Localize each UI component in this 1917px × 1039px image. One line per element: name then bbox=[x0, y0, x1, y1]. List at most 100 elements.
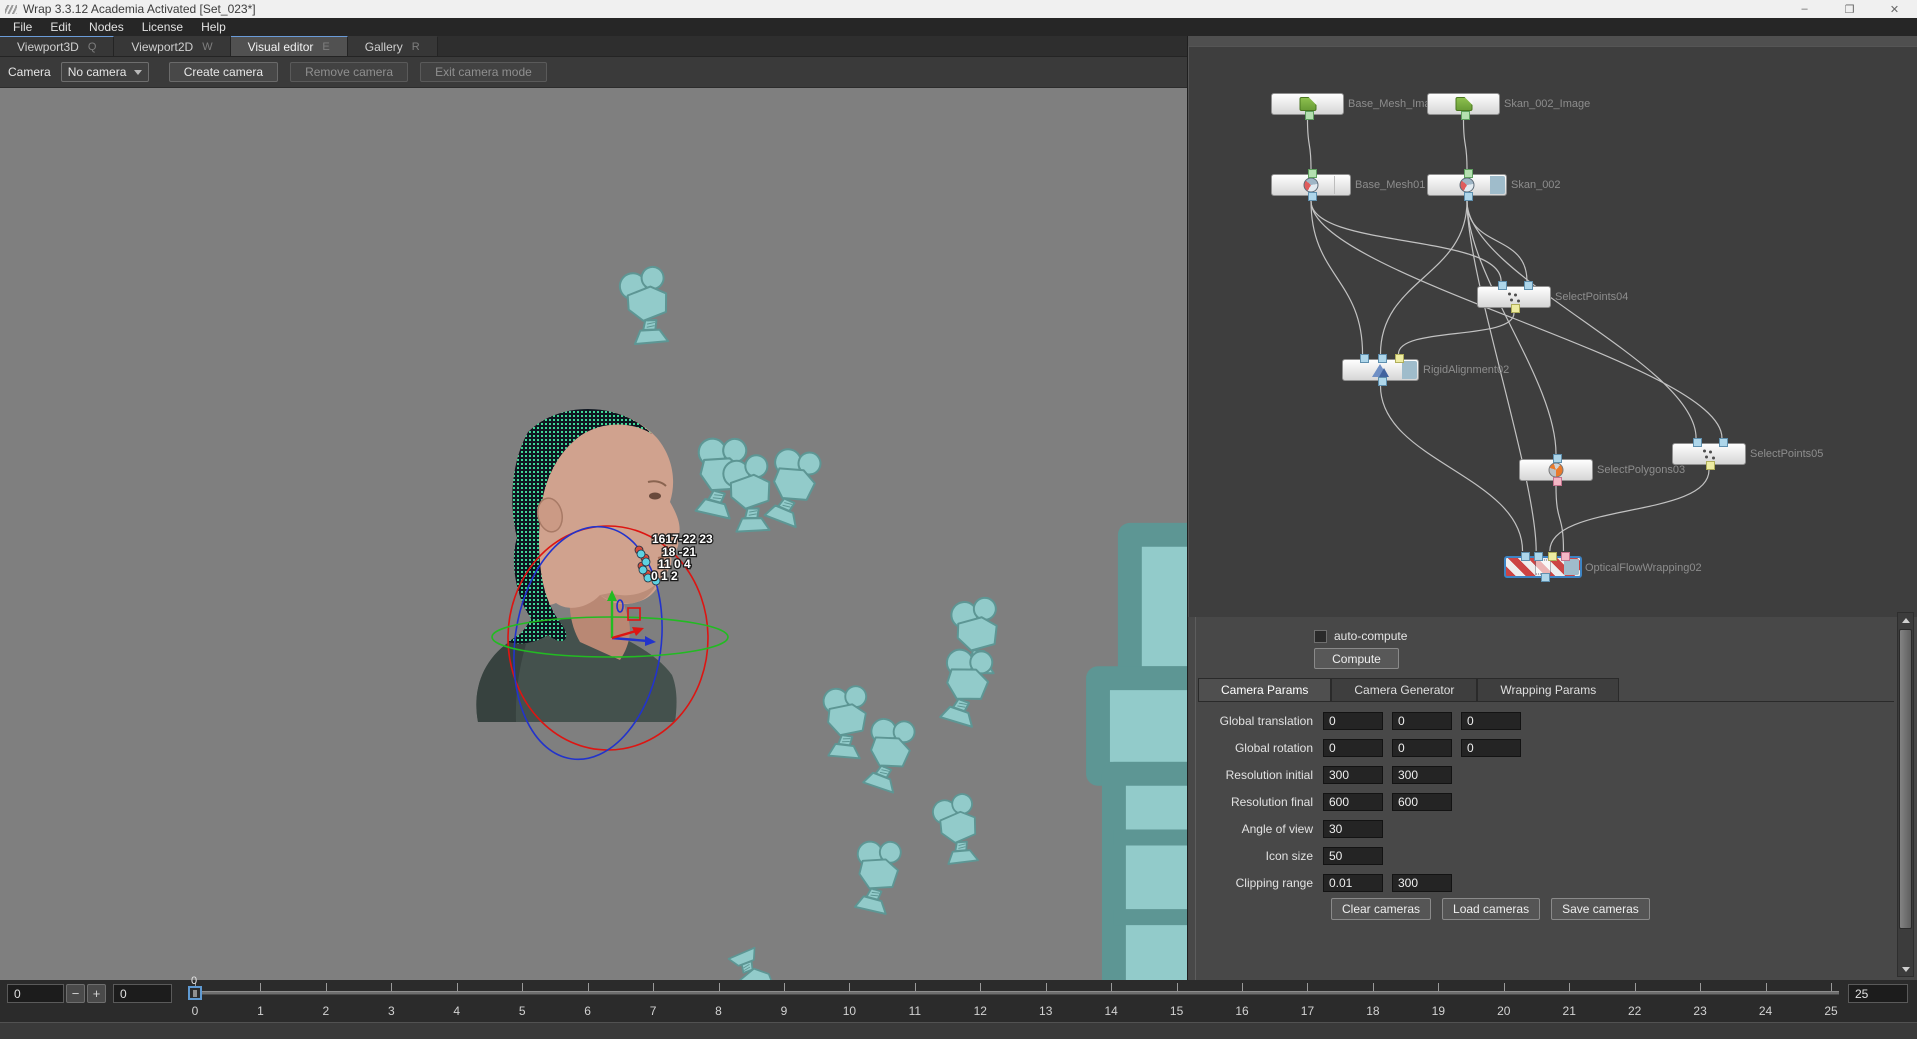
camera-gizmo[interactable] bbox=[823, 685, 869, 760]
camera-gizmo[interactable] bbox=[720, 453, 779, 537]
scroll-up-icon[interactable] bbox=[1898, 613, 1913, 627]
input-port-yellow[interactable] bbox=[1547, 552, 1557, 561]
output-port-yellow[interactable] bbox=[1511, 304, 1520, 313]
clipping-range-input[interactable] bbox=[1323, 874, 1383, 892]
node-editor[interactable]: Base_Mesh_Image Skan_002_Image Base_Mesh01… bbox=[1188, 46, 1917, 617]
output-port-blue[interactable] bbox=[1464, 192, 1473, 201]
output-port-pink[interactable] bbox=[1553, 477, 1562, 486]
screw-icons bbox=[1001, 534, 1187, 980]
global-translation-input[interactable] bbox=[1323, 712, 1383, 730]
global-rotation-input[interactable] bbox=[1323, 739, 1383, 757]
output-port-yellow[interactable] bbox=[1706, 461, 1715, 470]
remove-camera-button[interactable]: Remove camera bbox=[290, 62, 409, 82]
input-port-blue[interactable] bbox=[1498, 281, 1508, 290]
camera-selector[interactable]: No camera bbox=[60, 62, 149, 82]
range-end-input[interactable] bbox=[1848, 984, 1908, 1003]
frame-decrement-button[interactable]: − bbox=[66, 984, 85, 1003]
input-port-blue[interactable] bbox=[1520, 552, 1530, 561]
timeline-ruler[interactable]: 0 1 2 3 4 5 6 7 8 9 10 11 12 13 14 15 16 17 18 19 20 21 22 23 24… bbox=[188, 975, 1839, 1022]
menu-item-edit[interactable]: Edit bbox=[41, 20, 80, 34]
timeline-track[interactable] bbox=[191, 991, 1839, 995]
menu-item-file[interactable]: File bbox=[4, 20, 41, 34]
output-port-blue[interactable] bbox=[1308, 192, 1317, 201]
camera-gizmo[interactable] bbox=[851, 838, 902, 915]
exit-camera-mode-button[interactable]: Exit camera mode bbox=[420, 62, 547, 82]
auto-compute-checkbox[interactable] bbox=[1314, 630, 1327, 643]
input-port-yellow[interactable] bbox=[1395, 354, 1405, 363]
camera-gizmo[interactable] bbox=[930, 791, 986, 869]
node-base_mesh01[interactable]: Base_Mesh01 bbox=[1271, 169, 1425, 201]
node-selectpoints04[interactable]: SelectPoints04 bbox=[1477, 281, 1628, 313]
global-rotation-input[interactable] bbox=[1392, 739, 1452, 757]
params-tab-wrapping-params[interactable]: Wrapping Params bbox=[1477, 678, 1620, 701]
save-cameras-button[interactable]: Save cameras bbox=[1551, 898, 1650, 920]
node-selectpoints05[interactable]: SelectPoints05 bbox=[1672, 438, 1823, 470]
icon-size-input[interactable] bbox=[1323, 847, 1383, 865]
head-scan bbox=[476, 408, 729, 761]
input-port-green[interactable] bbox=[1308, 169, 1317, 178]
angle-of-view-input[interactable] bbox=[1323, 820, 1383, 838]
scroll-down-icon[interactable] bbox=[1898, 962, 1913, 976]
input-port-blue[interactable] bbox=[1523, 281, 1533, 290]
node-rigidalignment02[interactable]: RigidAlignment02 bbox=[1342, 354, 1509, 386]
frame-increment-button[interactable]: + bbox=[87, 984, 106, 1003]
camera-gizmo[interactable] bbox=[721, 943, 788, 980]
global-translation-input[interactable] bbox=[1461, 712, 1521, 730]
resolution-final-input[interactable] bbox=[1323, 793, 1383, 811]
timeline-cursor[interactable] bbox=[188, 986, 202, 1000]
vertical-scrollbar[interactable] bbox=[1897, 612, 1914, 977]
tab-gallery[interactable]: Gallery R bbox=[347, 36, 438, 56]
node-selectpolygons03[interactable]: SelectPolygons03 bbox=[1519, 454, 1685, 486]
restore-button[interactable]: ❐ bbox=[1827, 0, 1872, 18]
camera-gizmo[interactable] bbox=[936, 645, 995, 729]
range-start-input[interactable] bbox=[113, 984, 172, 1003]
clear-cameras-button[interactable]: Clear cameras bbox=[1331, 898, 1432, 920]
global-translation-input[interactable] bbox=[1392, 712, 1452, 730]
input-port-blue[interactable] bbox=[1377, 354, 1387, 363]
control-point[interactable] bbox=[638, 565, 648, 575]
node-skan_002_image[interactable]: Skan_002_Image bbox=[1427, 93, 1590, 120]
output-port-blue[interactable] bbox=[1377, 377, 1387, 386]
resolution-initial-input[interactable] bbox=[1323, 766, 1383, 784]
camera-gizmo[interactable] bbox=[617, 264, 677, 349]
tab-visual-editor[interactable]: Visual editor E bbox=[230, 36, 348, 56]
menu-item-nodes[interactable]: Nodes bbox=[80, 20, 133, 34]
control-point[interactable] bbox=[636, 549, 646, 559]
output-port-green[interactable] bbox=[1460, 111, 1470, 120]
scrollbar-thumb[interactable] bbox=[1899, 629, 1912, 929]
camera-toolbar-buttons: Create camera Remove camera Exit camera mo… bbox=[168, 62, 559, 82]
output-port-blue[interactable] bbox=[1541, 573, 1550, 582]
node-opticalflowwrapping02[interactable]: OpticalFlowWrapping02 bbox=[1504, 552, 1702, 582]
close-button[interactable]: ✕ bbox=[1872, 0, 1917, 18]
node-base_mesh_image[interactable]: Base_Mesh_Image bbox=[1271, 93, 1443, 120]
menu-item-help[interactable]: Help bbox=[192, 20, 235, 34]
node-skan_002[interactable]: Skan_002 bbox=[1427, 169, 1561, 201]
frame-input[interactable] bbox=[7, 984, 64, 1003]
resolution-initial-input[interactable] bbox=[1392, 766, 1452, 784]
compute-button[interactable]: Compute bbox=[1314, 648, 1399, 669]
global-rotation-input[interactable] bbox=[1461, 739, 1521, 757]
minimize-button[interactable]: – bbox=[1782, 0, 1827, 18]
input-port-blue[interactable] bbox=[1359, 354, 1369, 363]
resolution-final-input[interactable] bbox=[1392, 793, 1452, 811]
input-port-pink[interactable] bbox=[1561, 552, 1571, 561]
control-point[interactable] bbox=[641, 557, 651, 567]
camera-gizmo[interactable] bbox=[859, 714, 917, 795]
output-port-green[interactable] bbox=[1304, 111, 1314, 120]
input-port-green[interactable] bbox=[1464, 169, 1473, 178]
viewport-3d[interactable]: 1617-22 23 18 -21 11 0 40 1 2 bbox=[0, 88, 1187, 980]
load-cameras-button[interactable]: Load cameras bbox=[1442, 898, 1541, 920]
input-port-blue[interactable] bbox=[1534, 552, 1544, 561]
params-tab-camera-generator[interactable]: Camera Generator bbox=[1331, 678, 1478, 701]
tab-viewport2d[interactable]: Viewport2D W bbox=[114, 36, 231, 56]
input-port-blue[interactable] bbox=[1693, 438, 1703, 447]
menu-item-license[interactable]: License bbox=[133, 20, 192, 34]
create-camera-button[interactable]: Create camera bbox=[168, 62, 279, 82]
screw-gizmo[interactable] bbox=[1001, 534, 1187, 980]
input-port-blue[interactable] bbox=[1553, 454, 1562, 463]
input-port-blue[interactable] bbox=[1718, 438, 1728, 447]
params-tab-camera-params[interactable]: Camera Params bbox=[1198, 678, 1332, 701]
node-title: Base_Mesh01 bbox=[1355, 179, 1426, 191]
clipping-range-input[interactable] bbox=[1392, 874, 1452, 892]
tab-viewport3d[interactable]: Viewport3D Q bbox=[0, 36, 115, 56]
